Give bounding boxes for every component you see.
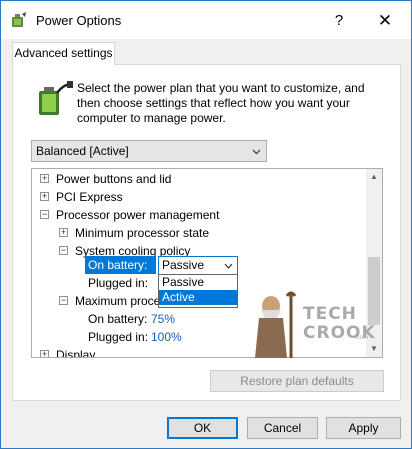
cancel-button[interactable]: Cancel <box>247 417 318 439</box>
expand-icon[interactable]: + <box>59 228 68 237</box>
dropdown-option-active[interactable]: Active <box>159 290 237 305</box>
dropdown-option-passive[interactable]: Passive <box>159 275 237 290</box>
setting-value-link[interactable]: 100% <box>151 328 182 346</box>
collapse-icon[interactable]: − <box>59 296 68 305</box>
tree-item-label: Minimum processor state <box>75 226 210 240</box>
advanced-settings-panel: Select the power plan that you want to c… <box>12 64 401 401</box>
tree-item-label: Display <box>56 348 96 358</box>
power-plan-value: Balanced [Active] <box>36 144 129 158</box>
expand-icon[interactable]: + <box>40 174 49 183</box>
close-button[interactable]: ✕ <box>371 10 399 32</box>
expand-icon[interactable]: + <box>40 350 49 357</box>
scroll-up-arrow-icon[interactable]: ▲ <box>366 169 382 185</box>
tree-item-label: Power buttons and lid <box>56 172 172 186</box>
expand-icon[interactable]: + <box>40 192 49 201</box>
power-plan-select[interactable]: Balanced [Active] <box>31 140 267 162</box>
collapse-icon[interactable]: − <box>40 210 49 219</box>
chevron-down-icon <box>252 149 261 155</box>
collapse-icon[interactable]: − <box>59 246 68 255</box>
watermark: TECH CROOK .com <box>245 290 385 360</box>
cooling-policy-value: Passive <box>162 258 205 272</box>
tree-item-label: Plugged in: <box>88 276 149 290</box>
help-button[interactable]: ? <box>327 11 351 31</box>
tab-advanced-settings[interactable]: Advanced settings <box>12 42 115 65</box>
watermark-suffix: .com <box>355 335 369 341</box>
setting-value-link[interactable]: 75% <box>151 310 175 328</box>
tree-item-label: Plugged in: <box>88 330 149 344</box>
tree-item-label: On battery: <box>88 312 148 326</box>
wizard-mascot-icon <box>255 291 297 358</box>
title-bar: Power Options ? ✕ <box>1 1 411 39</box>
power-options-icon <box>12 12 26 27</box>
tree-item-label: Processor power management <box>56 208 220 222</box>
battery-icon <box>39 81 73 115</box>
restore-plan-defaults-button[interactable]: Restore plan defaults <box>210 370 384 392</box>
power-options-window: Power Options ? ✕ Advanced settings Sele… <box>0 0 412 449</box>
description-text: Select the power plan that you want to c… <box>77 81 365 125</box>
cooling-policy-select[interactable]: Passive <box>158 256 238 275</box>
cooling-policy-dropdown[interactable]: Passive Active <box>158 274 238 308</box>
watermark-line1: TECH <box>303 304 357 324</box>
ok-button[interactable]: OK <box>167 417 238 439</box>
tree-item-label: PCI Express <box>56 190 123 204</box>
on-battery-label[interactable]: On battery: <box>85 256 156 274</box>
apply-button[interactable]: Apply <box>326 417 401 439</box>
window-title: Power Options <box>36 13 122 28</box>
chevron-down-icon <box>224 263 233 269</box>
